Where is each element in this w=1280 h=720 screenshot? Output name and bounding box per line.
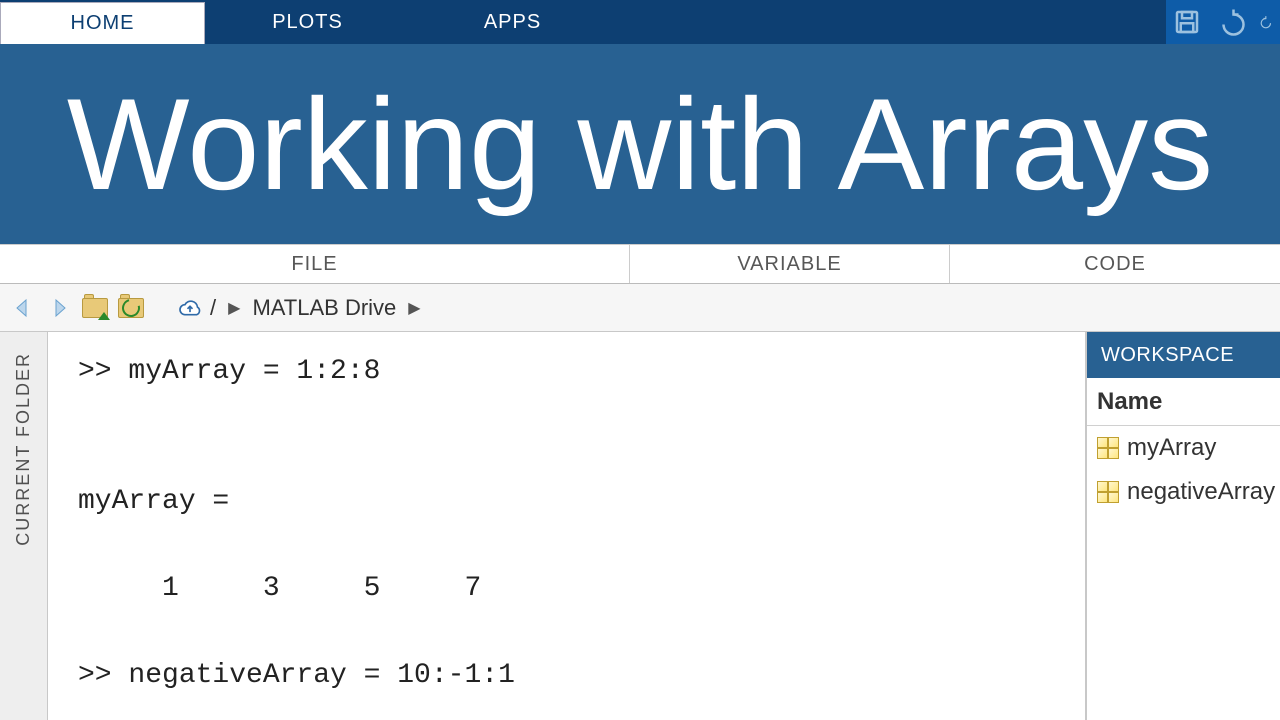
variable-icon: [1097, 437, 1119, 459]
workspace-panel: WORKSPACE Name myArray negativeArray: [1085, 332, 1280, 720]
section-code: CODE: [950, 245, 1280, 283]
workspace-title: WORKSPACE: [1087, 332, 1280, 378]
banner-text: Working with Arrays: [67, 69, 1213, 219]
chevron-right-icon[interactable]: ▶: [402, 298, 426, 318]
breadcrumb-drive[interactable]: MATLAB Drive: [252, 295, 396, 321]
breadcrumb-root[interactable]: /: [210, 295, 216, 321]
variable-icon: [1097, 481, 1119, 503]
command-window[interactable]: >> myArray = 1:2:8 myArray = 1 3 5 7 >> …: [48, 332, 1085, 720]
workspace-var-row[interactable]: negativeArray: [1087, 470, 1280, 514]
toolstrip-sections: FILE VARIABLE CODE: [0, 244, 1280, 284]
redo-icon[interactable]: [1260, 7, 1274, 37]
section-file: FILE: [0, 245, 630, 283]
tab-home[interactable]: HOME: [0, 2, 205, 44]
workspace-var-row[interactable]: myArray: [1087, 426, 1280, 470]
work-area: CURRENT FOLDER >> myArray = 1:2:8 myArra…: [0, 332, 1280, 720]
folder-up-icon[interactable]: [80, 293, 110, 323]
cloud-icon: [176, 298, 204, 318]
address-bar: / ▶ MATLAB Drive ▶: [0, 284, 1280, 332]
quick-access-toolbar: [1166, 0, 1280, 44]
chevron-right-icon[interactable]: ▶: [222, 298, 246, 318]
section-variable: VARIABLE: [630, 245, 950, 283]
save-icon[interactable]: [1172, 7, 1202, 37]
undo-icon[interactable]: [1216, 7, 1246, 37]
workspace-column-name[interactable]: Name: [1087, 378, 1280, 426]
current-folder-label: CURRENT FOLDER: [13, 352, 34, 546]
tab-apps[interactable]: APPS: [410, 0, 615, 44]
workspace-var-name: negativeArray: [1127, 478, 1275, 506]
folder-browse-icon[interactable]: [116, 293, 146, 323]
workspace-var-name: myArray: [1127, 434, 1216, 462]
toolstrip-tabs: HOME PLOTS APPS: [0, 0, 1280, 44]
nav-forward-icon[interactable]: [44, 293, 74, 323]
tab-plots[interactable]: PLOTS: [205, 0, 410, 44]
current-folder-panel-collapsed[interactable]: CURRENT FOLDER: [0, 332, 48, 720]
nav-back-icon[interactable]: [8, 293, 38, 323]
video-title-banner: Working with Arrays: [0, 44, 1280, 244]
